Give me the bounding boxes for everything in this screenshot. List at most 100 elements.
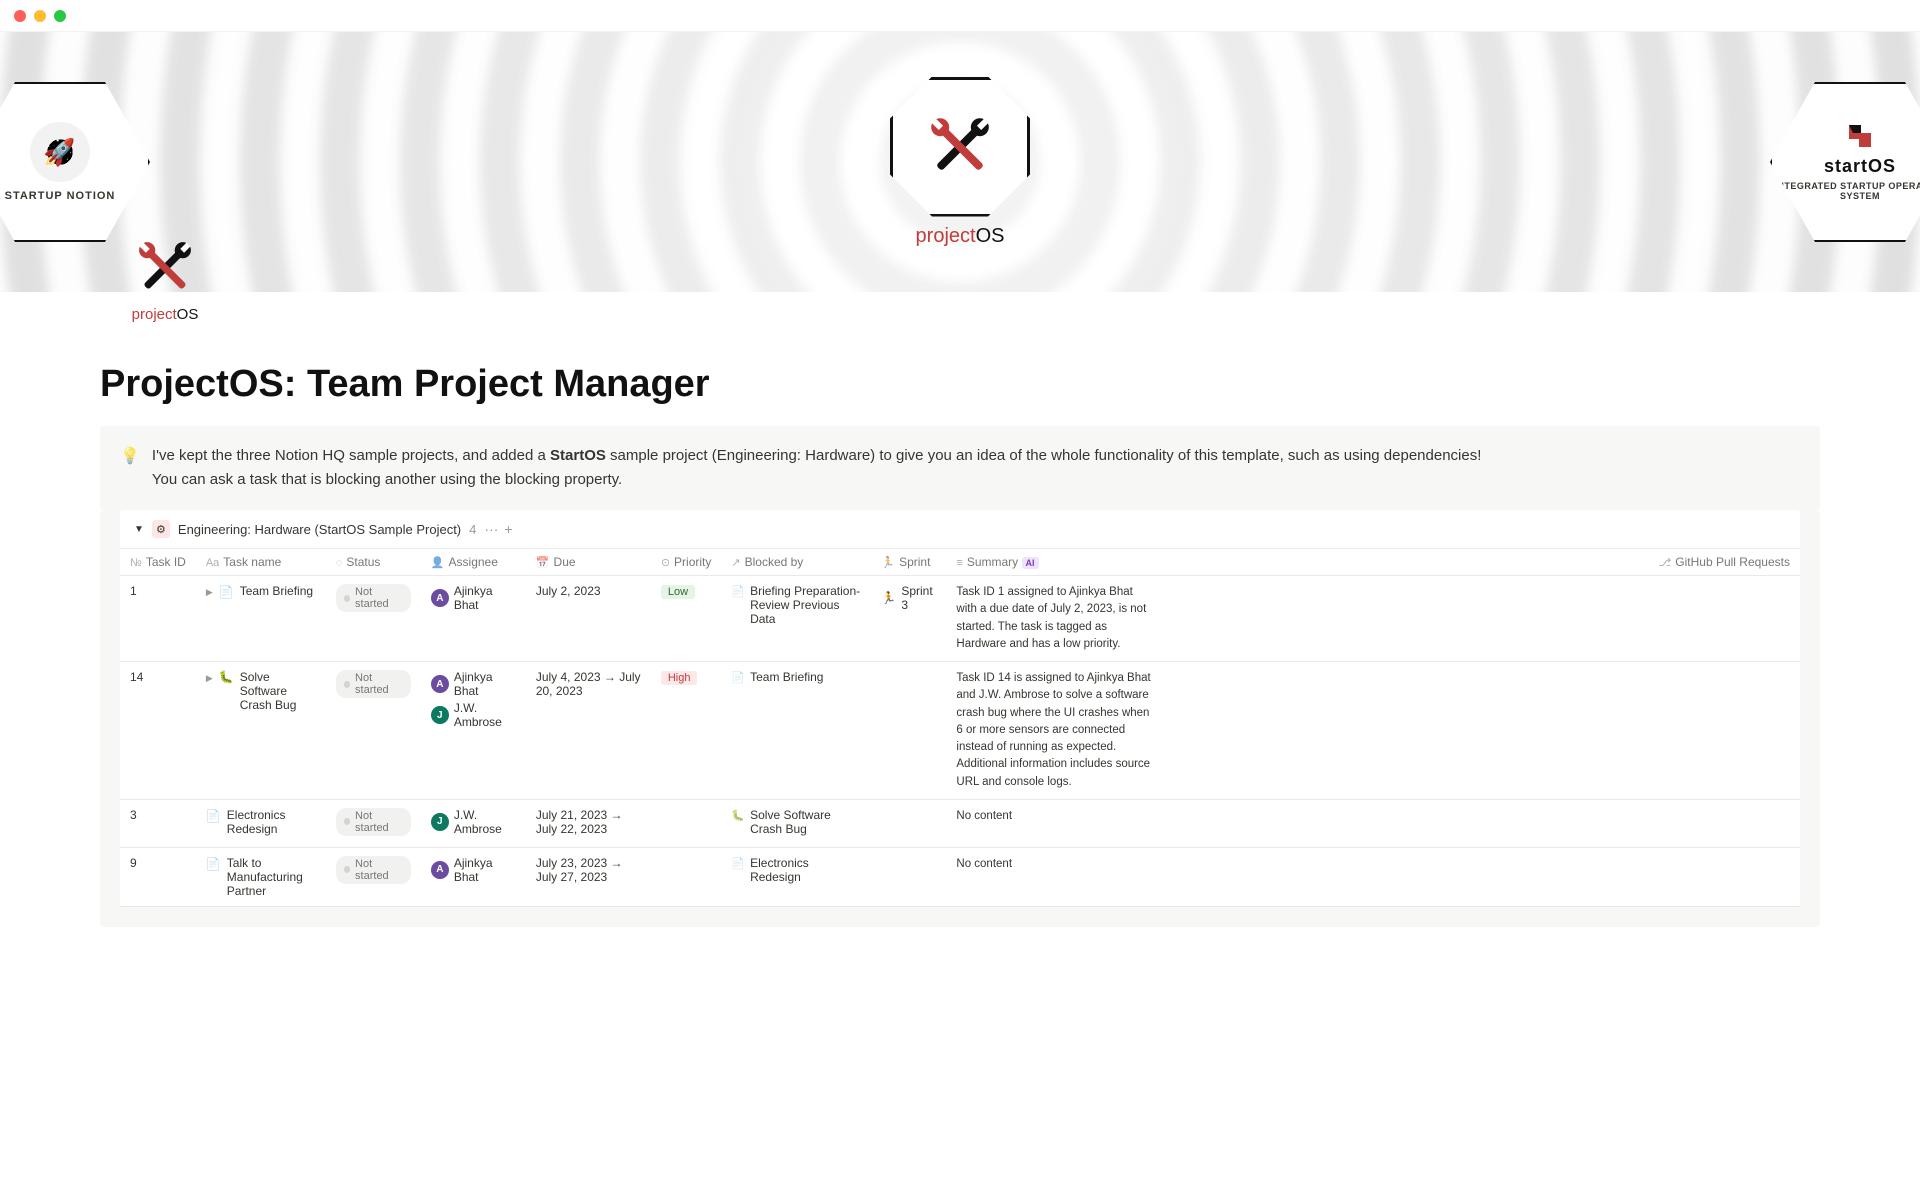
cell-blocked-by[interactable]: 🐛Solve Software Crash Bug [721, 799, 871, 847]
cell-assignee[interactable]: AAjinkya Bhat [421, 576, 526, 662]
cell-assignee[interactable]: AAjinkya BhatJJ.W. Ambrose [421, 662, 526, 800]
cell-task-id: 1 [120, 576, 196, 662]
cell-github[interactable] [1649, 847, 1800, 906]
col-summary[interactable]: ≡Summary AI [946, 549, 1648, 576]
cell-summary: No content [946, 799, 1648, 847]
col-task-id[interactable]: №Task ID [120, 549, 196, 576]
person-icon: 👤 [431, 557, 445, 569]
cell-sprint[interactable] [871, 799, 946, 847]
page-icon[interactable]: projectOS [115, 232, 215, 323]
banner-center-octagon [890, 77, 1030, 217]
doc-icon: 📄 [731, 671, 745, 684]
row-toggle-icon[interactable]: ▶ [206, 587, 213, 598]
avatar: A [431, 675, 449, 693]
calendar-icon: 📅 [536, 557, 550, 569]
cell-assignee[interactable]: AAjinkya Bhat [421, 847, 526, 906]
col-blocked-by[interactable]: ↗Blocked by [721, 549, 871, 576]
col-due[interactable]: 📅Due [526, 549, 651, 576]
row-toggle-icon[interactable]: ▶ [206, 673, 213, 684]
table-row[interactable]: 9📄Talk to Manufacturing PartnerNot start… [120, 847, 1800, 906]
cell-priority[interactable] [651, 799, 722, 847]
table-row[interactable]: 3📄Electronics RedesignNot startedJJ.W. A… [120, 799, 1800, 847]
cell-priority[interactable] [651, 847, 722, 906]
table-row[interactable]: 14▶🐛Solve Software Crash Bug Not started A… [120, 662, 1800, 800]
cell-task-name[interactable]: ▶📄Team Briefing [196, 576, 326, 662]
col-assignee[interactable]: 👤Assignee [421, 549, 526, 576]
cell-status[interactable]: Not started [326, 847, 421, 906]
assignee: AAjinkya Bhat [431, 670, 516, 698]
run-icon: 🏃 [881, 557, 895, 569]
window-chrome [0, 0, 1920, 32]
cell-due[interactable]: July 4, 2023 → July 20, 2023 [526, 662, 651, 800]
text-icon: Aa [206, 557, 219, 569]
doc-icon: 📄 [206, 857, 221, 871]
cell-task-name[interactable]: 📄Electronics Redesign [196, 799, 326, 847]
tasks-table: №Task ID AaTask name ◌Status 👤Assignee 📅… [120, 548, 1800, 907]
status-pill: Not started [336, 584, 411, 612]
priority-pill: High [661, 671, 698, 685]
col-github[interactable]: ⎇GitHub Pull Requests [1649, 549, 1800, 576]
avatar: A [431, 589, 449, 607]
task-name-text: Team Briefing [240, 584, 313, 598]
database-inner: ▼ ⚙ Engineering: Hardware (StartOS Sampl… [120, 510, 1800, 907]
cell-status[interactable]: Not started [326, 576, 421, 662]
database-container: ▼ ⚙ Engineering: Hardware (StartOS Sampl… [100, 510, 1820, 927]
cell-sprint[interactable] [871, 662, 946, 800]
banner-right-brand: startOS [1824, 156, 1896, 177]
assignee: AAjinkya Bhat [431, 856, 516, 884]
cell-summary: Task ID 1 assigned to Ajinkya Bhat with … [946, 576, 1648, 662]
target-icon: ⊙ [661, 557, 670, 569]
avatar: J [431, 813, 449, 831]
col-sprint[interactable]: 🏃Sprint [871, 549, 946, 576]
cell-status[interactable]: Not started [326, 662, 421, 800]
cell-assignee[interactable]: JJ.W. Ambrose [421, 799, 526, 847]
group-more-button[interactable]: ··· [484, 521, 498, 537]
group-count: 4 [469, 522, 476, 537]
cell-status[interactable]: Not started [326, 799, 421, 847]
cell-github[interactable] [1649, 799, 1800, 847]
cell-due[interactable]: July 23, 2023 → July 27, 2023 [526, 847, 651, 906]
page-content: ProjectOS: Team Project Manager 💡 I've k… [0, 323, 1920, 927]
cell-task-id: 14 [120, 662, 196, 800]
status-dot-icon [344, 595, 350, 602]
col-priority[interactable]: ⊙Priority [651, 549, 722, 576]
cell-task-name[interactable]: ▶🐛Solve Software Crash Bug [196, 662, 326, 800]
github-icon: ⎇ [1659, 557, 1672, 569]
table-header-row: №Task ID AaTask name ◌Status 👤Assignee 📅… [120, 549, 1800, 576]
close-button[interactable] [14, 10, 26, 22]
group-header[interactable]: ▼ ⚙ Engineering: Hardware (StartOS Sampl… [120, 510, 1800, 548]
cell-sprint[interactable]: 🏃Sprint 3 [871, 576, 946, 662]
cell-blocked-by[interactable]: 📄Electronics Redesign [721, 847, 871, 906]
doc-icon: 📄 [206, 809, 221, 823]
cell-summary: No content [946, 847, 1648, 906]
cell-blocked-by[interactable]: 📄Team Briefing [721, 662, 871, 800]
cell-task-name[interactable]: 📄Talk to Manufacturing Partner [196, 847, 326, 906]
col-task-name[interactable]: AaTask name [196, 549, 326, 576]
avatar: A [431, 861, 449, 879]
group-add-button[interactable]: + [504, 521, 512, 537]
table-row[interactable]: 1▶📄Team Briefing Not started AAjinkya Bhat… [120, 576, 1800, 662]
status-pill: Not started [336, 670, 411, 698]
cell-github[interactable] [1649, 576, 1800, 662]
cell-sprint[interactable] [871, 847, 946, 906]
cell-due[interactable]: July 21, 2023 → July 22, 2023 [526, 799, 651, 847]
group-name: Engineering: Hardware (StartOS Sample Pr… [178, 522, 461, 537]
banner-right-badge: startOS INTEGRATED STARTUP OPERATING SYS… [1770, 82, 1920, 242]
cell-blocked-by[interactable]: 📄Briefing Preparation- Review Previous D… [721, 576, 871, 662]
group-toggle-icon[interactable]: ▼ [134, 524, 144, 535]
col-status[interactable]: ◌Status [326, 549, 421, 576]
maximize-button[interactable] [54, 10, 66, 22]
page-icon-label: projectOS [132, 306, 199, 323]
callout-text: I've kept the three Notion HQ sample pro… [152, 444, 1481, 492]
minimize-button[interactable] [34, 10, 46, 22]
rocket-icon: 🚀 [30, 122, 90, 182]
wrench-icon [920, 107, 1000, 187]
ai-badge: AI [1022, 557, 1039, 569]
cell-due[interactable]: July 2, 2023 [526, 576, 651, 662]
cell-github[interactable] [1649, 662, 1800, 800]
cell-priority[interactable]: High [651, 662, 722, 800]
table-body: 1▶📄Team BriefingNot startedAAjinkya Bhat… [120, 576, 1800, 907]
run-icon: 🏃 [881, 591, 896, 605]
cell-priority[interactable]: Low [651, 576, 722, 662]
status-icon: ◌ [336, 557, 343, 569]
